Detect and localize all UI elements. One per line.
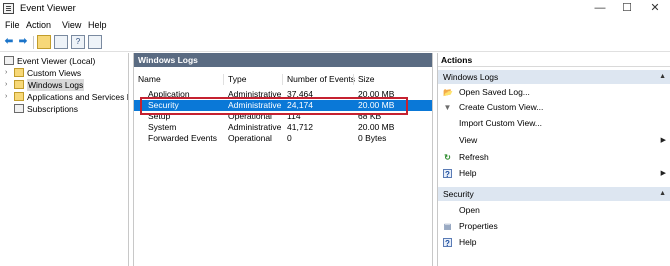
action-label: Open [459, 205, 480, 215]
properties-icon: ▤ [443, 222, 452, 231]
table-row[interactable]: Forwarded Events Operational 0 0 Bytes [134, 133, 432, 144]
action-refresh[interactable]: ↻ Refresh [438, 151, 670, 164]
action-label: Help [459, 168, 477, 178]
menu-help[interactable]: Help [88, 20, 107, 30]
windows-logs-pane: Windows Logs Name Type Number of Events … [133, 53, 433, 266]
minimize-button[interactable]: — [586, 0, 614, 18]
action-view[interactable]: View ▶ [438, 134, 670, 147]
toolbar-separator [33, 36, 34, 49]
section-title: Windows Logs [443, 72, 499, 82]
cell-name: System [148, 122, 177, 132]
actions-header: Actions [438, 53, 670, 67]
tree-item-label: Windows Logs [27, 79, 85, 91]
cell-events: 0 [287, 133, 292, 143]
action-help[interactable]: ? Help ▶ [438, 167, 670, 180]
cell-size: 20.00 MB [358, 122, 395, 132]
security-row-highlight-annotation [140, 97, 408, 115]
back-arrow-icon[interactable]: ⬅ [2, 35, 16, 49]
title-bar: Event Viewer — ☐ ✕ [0, 0, 670, 18]
cell-events: 41,712 [287, 122, 313, 132]
filter-icon: ▼ [443, 103, 452, 112]
actions-pane: Actions Windows Logs ▲ 📂 Open Saved Log.… [437, 53, 670, 266]
window-title: Event Viewer [20, 3, 76, 14]
column-header-name[interactable]: Name [138, 74, 161, 84]
submenu-arrow-icon: ▶ [660, 170, 666, 177]
properties-icon[interactable] [88, 35, 102, 49]
table-row[interactable]: System Administrative 41,712 20.00 MB [134, 122, 432, 133]
tree-item-applications-and-services[interactable]: › Applications and Services Lo [0, 91, 129, 103]
actions-section-windows-logs[interactable]: Windows Logs ▲ [438, 70, 670, 84]
menu-action[interactable]: Action [26, 20, 51, 30]
folder-icon [14, 68, 24, 77]
tree-item-subscriptions[interactable]: Subscriptions [0, 103, 128, 115]
collapse-caret-icon[interactable]: ▲ [659, 187, 666, 201]
column-header-size[interactable]: Size [358, 74, 375, 84]
action-open-saved-log[interactable]: 📂 Open Saved Log... [438, 86, 670, 99]
column-divider[interactable] [282, 74, 283, 85]
action-label: Import Custom View... [459, 118, 542, 128]
toolbar: ⬅ ➡ ? [0, 33, 670, 52]
tree-item-label: Subscriptions [27, 104, 79, 114]
section-title: Security [443, 189, 474, 199]
action-create-custom-view[interactable]: ▼ Create Custom View... [438, 101, 670, 114]
column-header-number-of-events[interactable]: Number of Events [287, 74, 355, 84]
column-divider[interactable] [223, 74, 224, 85]
action-label: Help [459, 237, 477, 247]
refresh-icon: ↻ [444, 153, 451, 162]
action-label: Open Saved Log... [459, 87, 530, 97]
folder-up-icon[interactable] [37, 35, 51, 49]
action-help-security[interactable]: ? Help [438, 236, 670, 249]
event-viewer-app-icon [3, 3, 14, 14]
collapse-caret-icon[interactable]: ▲ [659, 70, 666, 84]
help-icon: ? [443, 238, 452, 248]
console-tree: Event Viewer (Local) › Custom Views › Wi… [0, 53, 129, 266]
menu-view[interactable]: View [62, 20, 81, 30]
expand-chevron-icon[interactable]: › [5, 67, 11, 79]
open-folder-icon: 📂 [443, 88, 453, 97]
menu-bar: File Action View Help [0, 18, 670, 33]
forward-arrow-icon[interactable]: ➡ [16, 35, 30, 49]
column-header-type[interactable]: Type [228, 74, 246, 84]
maximize-button[interactable]: ☐ [613, 0, 641, 18]
column-divider[interactable] [353, 74, 354, 85]
help-icon: ? [443, 169, 452, 179]
action-label: Refresh [459, 152, 489, 162]
tree-root[interactable]: Event Viewer (Local) [0, 55, 128, 67]
close-button[interactable]: ✕ [641, 0, 669, 18]
help-icon[interactable]: ? [71, 35, 85, 49]
action-open[interactable]: Open [438, 204, 670, 217]
pane-title: Windows Logs [134, 53, 432, 67]
console-tree-icon[interactable] [54, 35, 68, 49]
action-import-custom-view[interactable]: Import Custom View... [438, 117, 670, 130]
table-header: Name Type Number of Events Size [134, 73, 432, 86]
action-label: View [459, 135, 478, 145]
action-label: Create Custom View... [459, 102, 544, 112]
submenu-arrow-icon: ▶ [660, 137, 666, 144]
folder-icon [14, 80, 24, 89]
cell-name: Forwarded Events [148, 133, 217, 143]
tree-item-custom-views[interactable]: › Custom Views [0, 67, 128, 79]
tree-root-label: Event Viewer (Local) [17, 56, 96, 66]
event-viewer-icon [4, 56, 14, 65]
tree-item-label: Applications and Services Lo [27, 92, 129, 102]
tree-item-windows-logs[interactable]: › Windows Logs [0, 79, 128, 91]
subscriptions-icon [14, 104, 24, 113]
expand-chevron-icon[interactable]: › [5, 79, 11, 91]
actions-section-security[interactable]: Security ▲ [438, 187, 670, 201]
action-label: Properties [459, 221, 498, 231]
expand-chevron-icon[interactable]: › [5, 91, 11, 103]
menu-file[interactable]: File [5, 20, 20, 30]
action-properties[interactable]: ▤ Properties [438, 220, 670, 233]
folder-icon [14, 92, 24, 101]
cell-type: Administrative [228, 122, 282, 132]
cell-type: Operational [228, 133, 272, 143]
cell-size: 0 Bytes [358, 133, 387, 143]
tree-item-label: Custom Views [27, 68, 82, 78]
